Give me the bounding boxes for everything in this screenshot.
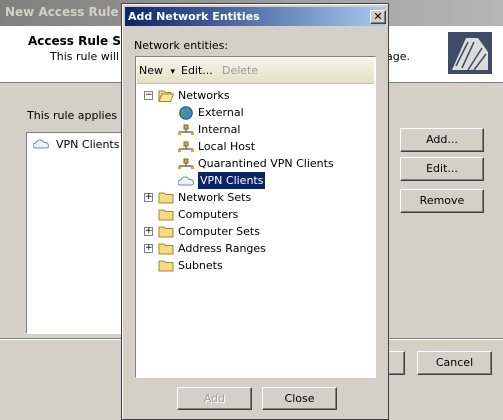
- tree-node-label: Quarantined VPN Clients: [198, 157, 334, 170]
- folder-icon: [158, 258, 174, 274]
- network-entities-tree[interactable]: New ▾ Edit... Delete − Networks External…: [135, 56, 376, 378]
- add-button[interactable]: Add...: [400, 128, 484, 152]
- tree-node-local-host[interactable]: Local Host: [178, 138, 255, 155]
- folder-icon: [158, 190, 174, 206]
- list-item[interactable]: VPN Clients: [33, 136, 119, 152]
- edit-button[interactable]: Edit...: [400, 157, 484, 181]
- folder-open-icon: [158, 88, 174, 104]
- dialog-title-bar: Add Network Entities ✕: [125, 7, 386, 26]
- applies-to-list[interactable]: VPN Clients: [26, 132, 124, 334]
- remove-button[interactable]: Remove: [400, 189, 484, 213]
- tree-node-networks[interactable]: − Networks: [144, 87, 230, 104]
- tree-node-label: Network Sets: [178, 191, 252, 204]
- tree-node-label: External: [198, 106, 244, 119]
- globe-icon: [178, 105, 194, 121]
- toolbar-edit-button[interactable]: Edit...: [181, 64, 213, 77]
- dialog-add-button[interactable]: Add: [177, 387, 252, 410]
- network-entities-label: Network entities:: [134, 39, 229, 52]
- tree-node-internal[interactable]: Internal: [178, 121, 240, 138]
- add-network-entities-dialog: Add Network Entities ✕ Network entities:…: [121, 3, 389, 420]
- collapse-toggle[interactable]: −: [144, 91, 153, 100]
- expand-toggle[interactable]: +: [144, 193, 153, 202]
- tree-node-label: Computer Sets: [178, 225, 260, 238]
- tree-node-computers[interactable]: Computers: [158, 206, 238, 223]
- network-icon: [178, 122, 194, 138]
- tree-node-computer-sets[interactable]: + Computer Sets: [144, 223, 260, 240]
- expand-toggle[interactable]: +: [144, 227, 153, 236]
- cloud-icon: [33, 136, 49, 152]
- network-icon: [178, 156, 194, 172]
- chevron-down-icon: ▾: [170, 67, 176, 77]
- tree-node-external[interactable]: External: [178, 104, 244, 121]
- tree-node-label: Internal: [198, 123, 241, 136]
- expand-toggle[interactable]: +: [144, 244, 153, 253]
- tree-node-label: Computers: [178, 208, 239, 221]
- tree-node-label: Subnets: [178, 259, 223, 272]
- tree-toolbar: New ▾ Edit... Delete: [137, 58, 374, 84]
- dialog-close-button[interactable]: Close: [262, 387, 337, 410]
- cloud-icon: [178, 173, 194, 189]
- toolbar-new-button[interactable]: New ▾: [139, 64, 175, 77]
- tree-node-address-ranges[interactable]: + Address Ranges: [144, 240, 266, 257]
- dialog-title: Add Network Entities: [128, 10, 260, 23]
- wizard-logo: [448, 32, 492, 74]
- close-icon[interactable]: ✕: [370, 10, 386, 24]
- toolbar-new-label: New: [139, 64, 163, 77]
- network-icon: [178, 139, 194, 155]
- tree-node-label: Networks: [178, 89, 230, 102]
- tree-node-quarantined-vpn-clients[interactable]: Quarantined VPN Clients: [178, 155, 334, 172]
- tree-node-label: Local Host: [198, 140, 256, 153]
- folder-icon: [158, 241, 174, 257]
- tree-node-subnets[interactable]: Subnets: [158, 257, 223, 274]
- tree-node-vpn-clients[interactable]: VPN Clients: [178, 172, 266, 189]
- wizard-header-description-tail: age.: [386, 50, 410, 63]
- tree-node-label: Address Ranges: [178, 242, 266, 255]
- cancel-button[interactable]: Cancel: [417, 351, 492, 375]
- next-button-partial[interactable]: [387, 351, 405, 375]
- folder-icon: [158, 207, 174, 223]
- list-item-label: VPN Clients: [56, 137, 120, 151]
- tree-node-network-sets[interactable]: + Network Sets: [144, 189, 251, 206]
- toolbar-delete-button[interactable]: Delete: [222, 64, 258, 77]
- tree-node-label-selected: VPN Clients: [198, 172, 266, 189]
- folder-icon: [158, 224, 174, 240]
